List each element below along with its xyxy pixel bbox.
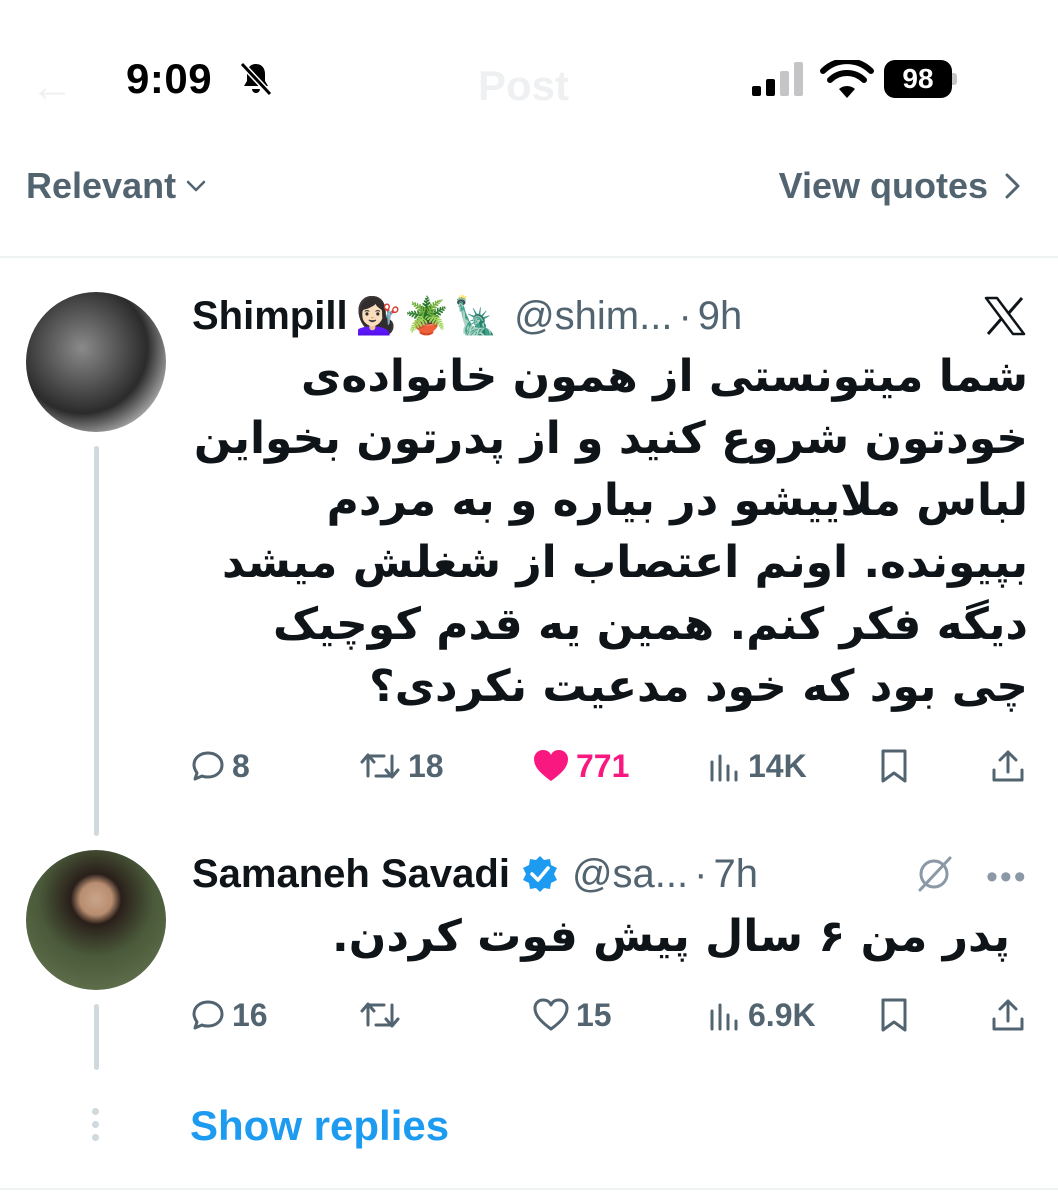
reply-count: 16 (232, 996, 268, 1033)
view-quotes-link[interactable]: View quotes (779, 165, 1024, 207)
like-count: 15 (576, 996, 612, 1033)
battery-level: 98 (884, 60, 952, 98)
repost-icon (360, 1002, 400, 1028)
battery-cap (952, 73, 957, 85)
repost-button[interactable] (358, 990, 408, 1040)
status-time: 9:09 (126, 55, 213, 102)
views-icon (710, 1003, 738, 1031)
filter-row: Relevant View quotes (0, 150, 1058, 250)
tweet-header: Shimpill 💇🏻‍♀️🪴🗽 @shim... · 9h (192, 292, 742, 340)
author-name[interactable]: Shimpill (192, 294, 348, 339)
views-button[interactable]: 6.9K (706, 990, 816, 1040)
repost-button[interactable]: 18 (358, 741, 444, 791)
views-icon (710, 754, 738, 782)
heart-icon (533, 998, 569, 1031)
name-emojis: 💇🏻‍♀️🪴🗽 (355, 295, 503, 336)
views-button[interactable]: 14K (706, 741, 807, 791)
heart-filled-icon (534, 750, 568, 781)
reply-count: 8 (232, 747, 250, 784)
more-options-icon[interactable]: ••• (986, 858, 1028, 897)
share-button[interactable] (990, 990, 1032, 1040)
reply-icon (192, 751, 224, 781)
author-name[interactable]: Samaneh Savadi (192, 852, 510, 897)
bookmark-button[interactable] (878, 990, 916, 1040)
x-logo-icon (984, 296, 1026, 336)
avatar[interactable] (26, 850, 166, 990)
tweet-actions: 16 15 6.9K (190, 990, 1040, 1040)
like-button[interactable]: 771 (532, 741, 629, 791)
tweet-text: شما میتونستی از همون خانواده‌ی خودتون شر… (193, 351, 1028, 712)
author-handle[interactable]: @sa... (572, 852, 688, 897)
show-replies-link[interactable]: Show replies (190, 1102, 449, 1150)
cellular-signal-icon (752, 62, 803, 96)
grok-icon[interactable] (914, 854, 954, 894)
thread-line (94, 1004, 99, 1070)
tweet-actions: 8 18 771 14K (190, 741, 1040, 791)
sort-dropdown[interactable]: Relevant (26, 165, 208, 207)
reply-button[interactable]: 16 (190, 990, 268, 1040)
view-count: 14K (748, 747, 807, 784)
reply-icon (192, 1000, 224, 1030)
verified-badge-icon (522, 856, 557, 892)
battery-icon: 98 (884, 60, 957, 98)
view-quotes-label: View quotes (778, 165, 988, 206)
status-bar: ← Post 9:09 98 (0, 0, 1058, 150)
tweet-header: Samaneh Savadi @sa... · 7h (192, 850, 758, 898)
nav-title: Post (478, 62, 570, 109)
bell-muted-icon (239, 61, 273, 97)
thread-line (94, 446, 99, 836)
bookmark-icon (881, 749, 907, 783)
wifi-icon (820, 60, 874, 98)
repost-count: 18 (408, 747, 444, 784)
sort-label: Relevant (26, 165, 177, 206)
tweet-text: پدر من ۶ سال پیش فوت کردن. (332, 911, 1010, 962)
post-time[interactable]: 9h (698, 294, 743, 339)
author-handle[interactable]: @shim... (514, 294, 672, 339)
more-replies-dots (92, 1108, 100, 1147)
bookmark-icon (881, 998, 907, 1032)
repost-icon (360, 753, 400, 779)
share-icon (992, 999, 1024, 1031)
share-icon (992, 750, 1024, 782)
like-count: 771 (576, 747, 630, 784)
view-count: 6.9K (748, 996, 816, 1033)
dot-separator: · (678, 293, 692, 338)
chevron-right-icon (1005, 173, 1020, 199)
divider (0, 1188, 1058, 1190)
reply-button[interactable]: 8 (190, 741, 250, 791)
avatar[interactable] (26, 292, 166, 432)
chevron-down-icon (186, 180, 206, 192)
bookmark-button[interactable] (878, 741, 916, 791)
like-button[interactable]: 15 (532, 990, 612, 1040)
share-button[interactable] (990, 741, 1032, 791)
divider (0, 256, 1058, 258)
dot-separator: · (694, 851, 708, 896)
post-time[interactable]: 7h (713, 852, 758, 897)
back-arrow-icon[interactable]: ← (30, 62, 74, 112)
